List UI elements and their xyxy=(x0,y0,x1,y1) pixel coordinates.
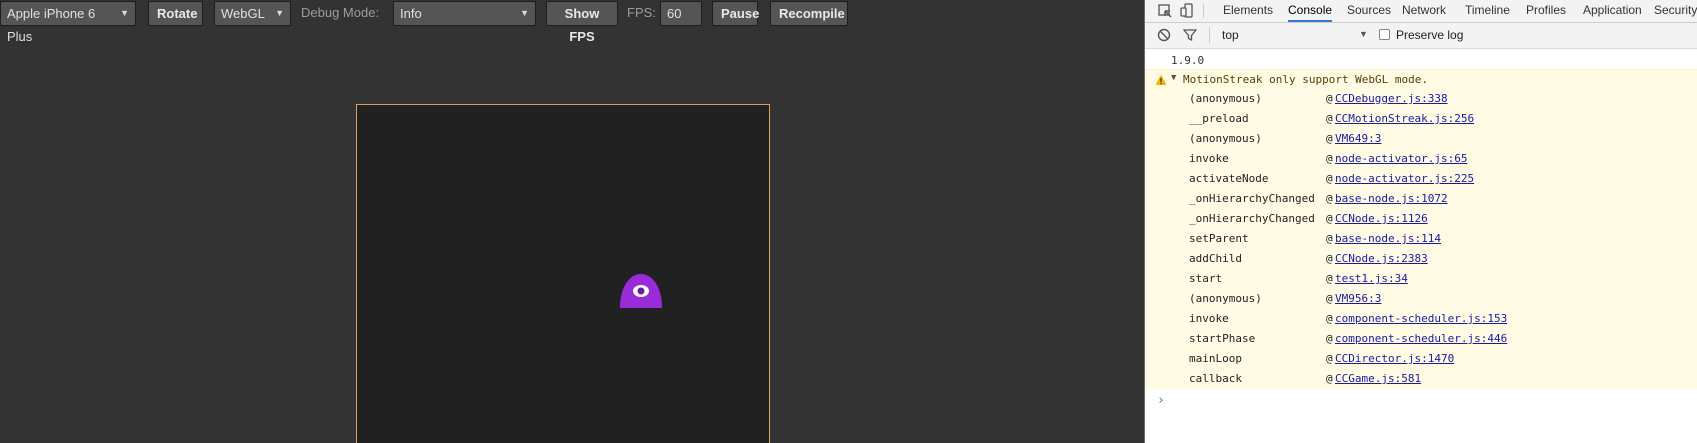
device-toolbar-icon[interactable] xyxy=(1180,3,1196,19)
stack-frame-function: (anonymous) xyxy=(1189,292,1262,305)
warning-text: MotionStreak only support WebGL mode. xyxy=(1183,73,1429,86)
stack-frame-link[interactable]: test1.js:34 xyxy=(1335,269,1408,289)
device-select[interactable]: Apple iPhone 6 Plus ▼ xyxy=(0,1,136,44)
stack-frame-function: activateNode xyxy=(1189,172,1269,185)
at-symbol: @ xyxy=(1326,252,1333,265)
prompt-chevron-icon: › xyxy=(1157,393,1165,408)
at-symbol: @ xyxy=(1326,332,1333,345)
debug-mode-select-value: Info xyxy=(400,6,422,21)
debug-mode-label: Debug Mode: xyxy=(301,5,380,20)
at-symbol: @ xyxy=(1326,312,1333,325)
stack-frame-function: invoke xyxy=(1189,312,1229,325)
chevron-down-icon: ▼ xyxy=(1359,29,1368,39)
console-log-message: 1.9.0 xyxy=(1171,54,1205,67)
stack-frame-link[interactable]: CCMotionStreak.js:256 xyxy=(1335,109,1474,129)
filter-icon[interactable] xyxy=(1183,28,1197,42)
simulator-toolbar: Apple iPhone 6 Plus ▼ Rotate WebGL ▼ Deb… xyxy=(0,0,1144,44)
at-symbol: @ xyxy=(1326,292,1333,305)
clear-console-icon[interactable] xyxy=(1157,28,1171,42)
stack-frame-function: _onHierarchyChanged xyxy=(1189,192,1315,205)
at-symbol: @ xyxy=(1326,212,1333,225)
show-fps-button[interactable]: Show FPS xyxy=(546,1,618,44)
stack-frame-function: __preload xyxy=(1189,112,1249,125)
at-symbol: @ xyxy=(1326,112,1333,125)
at-symbol: @ xyxy=(1326,232,1333,245)
stack-frame-function: start xyxy=(1189,272,1223,285)
tab-console[interactable]: Console xyxy=(1288,0,1333,22)
preserve-log-label: Preserve log xyxy=(1396,28,1464,42)
stack-frame-function: setParent xyxy=(1189,232,1249,245)
context-select-value: top xyxy=(1222,28,1239,42)
tab-timeline[interactable]: Timeline xyxy=(1465,0,1510,22)
tab-application[interactable]: Application xyxy=(1583,0,1642,22)
debug-mode-select[interactable]: Info ▼ xyxy=(393,1,536,26)
expand-triangle-icon[interactable]: ▼ xyxy=(1171,73,1176,83)
inspect-element-icon[interactable] xyxy=(1157,3,1173,19)
sprite-blob xyxy=(620,274,662,308)
tab-elements[interactable]: Elements xyxy=(1223,0,1273,22)
recompile-button[interactable]: Recompile xyxy=(770,1,848,26)
device-select-value: Apple iPhone 6 Plus xyxy=(7,6,96,44)
preserve-log-checkbox[interactable] xyxy=(1379,29,1390,40)
stack-frame-link[interactable]: CCNode.js:1126 xyxy=(1335,209,1428,229)
stack-frame-link[interactable]: node-activator.js:225 xyxy=(1335,169,1474,189)
stack-frame-link[interactable]: CCDirector.js:1470 xyxy=(1335,349,1454,369)
stack-frame-function: _onHierarchyChanged xyxy=(1189,212,1315,225)
console-output: 1.9.0 ▼ MotionStreak only support WebGL … xyxy=(1145,49,1697,443)
stack-frame-function: callback xyxy=(1189,372,1242,385)
stack-frame-link[interactable]: VM649:3 xyxy=(1335,129,1381,149)
renderer-select-value: WebGL xyxy=(221,6,265,21)
stack-frame-function: startPhase xyxy=(1189,332,1256,345)
tabbar-separator xyxy=(1203,4,1204,18)
stack-frame-link[interactable]: VM956:3 xyxy=(1335,289,1381,309)
game-canvas[interactable] xyxy=(356,104,770,443)
console-prompt-area[interactable]: › xyxy=(1145,389,1697,443)
fps-input[interactable]: 60 xyxy=(660,1,702,26)
at-symbol: @ xyxy=(1326,172,1333,185)
at-symbol: @ xyxy=(1326,152,1333,165)
simulator-preview: Apple iPhone 6 Plus ▼ Rotate WebGL ▼ Deb… xyxy=(0,0,1144,443)
rotate-button[interactable]: Rotate xyxy=(148,1,203,26)
chevron-down-icon: ▼ xyxy=(520,8,529,18)
at-symbol: @ xyxy=(1326,272,1333,285)
at-symbol: @ xyxy=(1326,92,1333,105)
at-symbol: @ xyxy=(1326,372,1333,385)
devtools-panel: Elements Console Sources Network Timelin… xyxy=(1145,0,1697,443)
stack-frame-link[interactable]: CCNode.js:2383 xyxy=(1335,249,1428,269)
console-warning-message: ▼ MotionStreak only support WebGL mode. … xyxy=(1145,69,1697,441)
warning-icon xyxy=(1155,74,1167,85)
stack-frame-link[interactable]: node-activator.js:65 xyxy=(1335,149,1467,169)
chevron-down-icon: ▼ xyxy=(275,8,284,18)
at-symbol: @ xyxy=(1326,192,1333,205)
stack-frame-function: (anonymous) xyxy=(1189,132,1262,145)
chevron-down-icon: ▼ xyxy=(120,8,129,18)
stack-frame-link[interactable]: base-node.js:114 xyxy=(1335,229,1441,249)
stack-frame-link[interactable]: component-scheduler.js:153 xyxy=(1335,309,1507,329)
at-symbol: @ xyxy=(1326,132,1333,145)
console-filter-bar: top ▼ Preserve log xyxy=(1145,23,1697,49)
stack-frame-function: addChild xyxy=(1189,252,1242,265)
stack-frame-function: mainLoop xyxy=(1189,352,1242,365)
stack-frame-link[interactable]: CCDebugger.js:338 xyxy=(1335,89,1448,109)
renderer-select[interactable]: WebGL ▼ xyxy=(214,1,291,26)
tab-security[interactable]: Security xyxy=(1654,0,1697,22)
stack-frame-link[interactable]: CCGame.js:581 xyxy=(1335,369,1421,389)
tab-sources[interactable]: Sources xyxy=(1347,0,1391,22)
stack-frame-link[interactable]: base-node.js:1072 xyxy=(1335,189,1448,209)
fps-label: FPS: xyxy=(627,5,656,20)
stack-frame-link[interactable]: component-scheduler.js:446 xyxy=(1335,329,1507,349)
pause-button[interactable]: Pause xyxy=(712,1,759,26)
devtools-tabbar: Elements Console Sources Network Timelin… xyxy=(1145,0,1697,23)
tab-profiles[interactable]: Profiles xyxy=(1526,0,1566,22)
stack-frame-function: invoke xyxy=(1189,152,1229,165)
tab-network[interactable]: Network xyxy=(1402,0,1446,22)
at-symbol: @ xyxy=(1326,352,1333,365)
stack-frame-function: (anonymous) xyxy=(1189,92,1262,105)
